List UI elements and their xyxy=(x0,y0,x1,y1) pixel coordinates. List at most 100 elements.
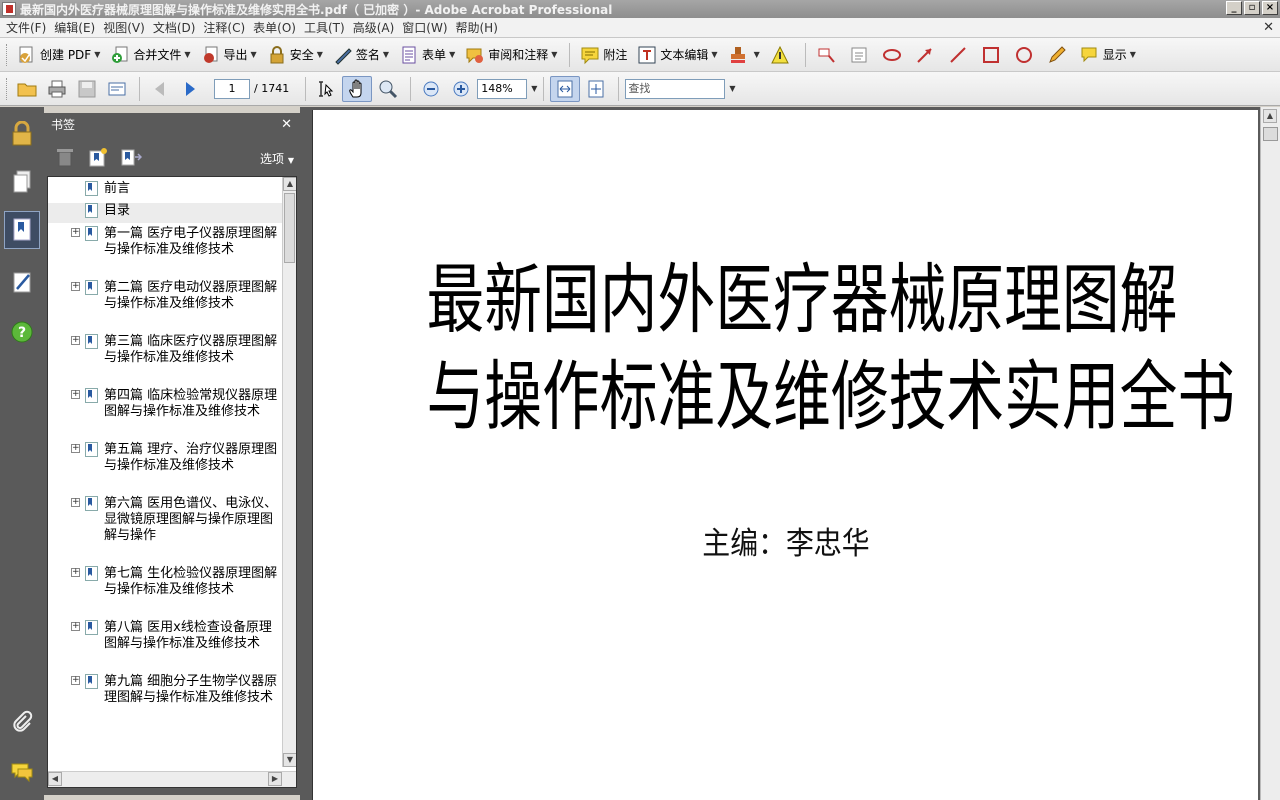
select-text-tool[interactable] xyxy=(312,76,340,102)
expand-icon[interactable]: + xyxy=(71,498,80,507)
next-page-button[interactable] xyxy=(176,76,204,102)
bookmark-vertical-scrollbar[interactable]: ▲ ▼ xyxy=(282,177,296,767)
highlight-text-button[interactable] xyxy=(766,42,797,68)
arrow-tool-button[interactable] xyxy=(911,42,942,68)
attachments-panel-button[interactable] xyxy=(4,703,40,741)
bookmark-item[interactable]: + 第八篇 医用x线检查设备原理图解与操作标准及维修技术 xyxy=(48,620,283,670)
security-settings-button[interactable] xyxy=(4,115,40,153)
menu-edit[interactable]: 编辑(E) xyxy=(52,19,101,36)
combine-files-button[interactable]: 合并文件 ▼ xyxy=(106,42,194,68)
menu-advanced[interactable]: 高级(A) xyxy=(351,19,401,36)
bookmark-item[interactable]: + 第七篇 生化检验仪器原理图解与操作标准及维修技术 xyxy=(48,566,283,616)
bookmark-item[interactable]: + 第九篇 细胞分子生物学仪器原理图解与操作标准及维修技术 xyxy=(48,674,283,740)
expand-icon[interactable]: + xyxy=(71,336,80,345)
expand-icon[interactable]: + xyxy=(71,622,80,631)
expand-icon[interactable]: + xyxy=(71,444,80,453)
text-box-button[interactable] xyxy=(845,42,876,68)
menu-document[interactable]: 文档(D) xyxy=(151,19,202,36)
new-bookmark-icon[interactable] xyxy=(88,147,108,167)
pencil-tool-button[interactable] xyxy=(1043,42,1074,68)
expand-icon[interactable]: + xyxy=(71,282,80,291)
bookmark-item[interactable]: + 第五篇 理疗、治疗仪器原理图与操作标准及维修技术 xyxy=(48,442,283,492)
note-button[interactable]: 附注 xyxy=(576,42,631,68)
email-button[interactable] xyxy=(103,76,131,102)
menu-forms[interactable]: 表单(O) xyxy=(251,19,302,36)
bookmark-item[interactable]: + 第六篇 医用色谱仪、电泳仪、显微镜原理图解与操作原理图解与操作 xyxy=(48,496,283,562)
toolbar-grip[interactable] xyxy=(6,43,9,66)
stamp-button[interactable]: ▼ xyxy=(724,42,764,68)
close-panel-icon[interactable]: ✕ xyxy=(281,113,292,137)
menu-view[interactable]: 视图(V) xyxy=(101,19,151,36)
document-vertical-scrollbar[interactable]: ▲ xyxy=(1260,107,1280,800)
find-input[interactable]: 查找 xyxy=(625,78,726,99)
expand-icon[interactable]: + xyxy=(71,228,80,237)
bookmark-item[interactable]: 前言 xyxy=(48,181,283,201)
zoom-tool[interactable] xyxy=(374,76,402,102)
create-pdf-button[interactable]: 创建 PDF ▼ xyxy=(13,42,104,68)
zoom-dropdown-icon[interactable]: ▼ xyxy=(531,84,537,93)
pages-icon xyxy=(13,170,31,193)
scroll-down-icon[interactable]: ▼ xyxy=(283,753,296,767)
bookmark-item-selected[interactable]: 目录 xyxy=(48,203,283,223)
expand-icon[interactable]: + xyxy=(71,568,80,577)
delete-bookmark-icon[interactable] xyxy=(56,147,74,167)
fit-page-button[interactable] xyxy=(582,76,610,102)
zoom-level-field[interactable]: 148% xyxy=(477,78,528,99)
menu-window[interactable]: 窗口(W) xyxy=(400,19,453,36)
oval-tool-button[interactable] xyxy=(1010,42,1041,68)
bookmark-options-menu[interactable]: 选项 ▼ xyxy=(260,150,294,167)
bookmark-item[interactable]: + 第四篇 临床检验常规仪器原理图解与操作标准及维修技术 xyxy=(48,388,283,438)
scroll-right-icon[interactable]: ▶ xyxy=(268,772,282,786)
expand-icon[interactable]: + xyxy=(71,676,80,685)
menu-help[interactable]: 帮助(H) xyxy=(454,19,504,36)
security-button[interactable]: 安全 ▼ xyxy=(263,42,327,68)
panel-splitter[interactable] xyxy=(300,107,310,800)
scroll-up-icon[interactable]: ▲ xyxy=(283,177,296,191)
save-button[interactable] xyxy=(73,76,101,102)
callout-button[interactable] xyxy=(812,42,843,68)
menu-tools[interactable]: 工具(T) xyxy=(302,19,351,36)
sign-button[interactable]: 签名 ▼ xyxy=(329,42,393,68)
scrollbar-thumb[interactable] xyxy=(1263,127,1278,141)
page-number-input[interactable]: 1 xyxy=(214,78,250,99)
menu-file[interactable]: 文件(F) xyxy=(4,19,52,36)
forms-button[interactable]: 表单 ▼ xyxy=(395,42,459,68)
print-button[interactable] xyxy=(43,76,71,102)
bookmarks-panel-button[interactable] xyxy=(4,211,40,249)
signatures-panel-button[interactable] xyxy=(4,263,40,301)
minimize-button[interactable]: _ xyxy=(1226,1,1242,15)
expand-bookmark-icon[interactable] xyxy=(120,147,142,167)
scroll-left-icon[interactable]: ◀ xyxy=(48,772,62,786)
fit-width-button[interactable] xyxy=(550,75,581,102)
find-dropdown-icon[interactable]: ▼ xyxy=(729,84,735,93)
close-window-button[interactable]: × xyxy=(1262,1,1278,15)
comments-icon xyxy=(11,763,33,783)
bookmark-item[interactable]: + 第二篇 医疗电动仪器原理图解与操作标准及维修技术 xyxy=(48,280,283,330)
zoom-in-button[interactable] xyxy=(447,76,475,102)
bookmark-horizontal-scrollbar[interactable]: ◀ ▶ xyxy=(48,771,296,787)
review-comment-button[interactable]: 审阅和注释 ▼ xyxy=(461,42,561,68)
comments-panel-button[interactable] xyxy=(4,753,40,791)
bookmark-item[interactable]: + 第三篇 临床医疗仪器原理图解与操作标准及维修技术 xyxy=(48,334,283,384)
menu-comments[interactable]: 注释(C) xyxy=(201,19,251,36)
help-icon: ? xyxy=(11,321,33,343)
toolbar-grip[interactable] xyxy=(6,77,9,100)
help-button[interactable]: ? xyxy=(4,313,40,351)
cloud-tool-button[interactable] xyxy=(878,42,909,68)
scrollbar-thumb[interactable] xyxy=(284,193,295,263)
show-comments-button[interactable]: 显示 ▼ xyxy=(1076,42,1140,68)
close-document-icon[interactable]: ✕ xyxy=(1263,20,1274,35)
line-tool-button[interactable] xyxy=(944,42,975,68)
hand-tool[interactable] xyxy=(342,75,373,102)
text-edit-button[interactable]: 文本编辑 ▼ xyxy=(633,42,721,68)
previous-page-button[interactable] xyxy=(146,76,174,102)
restore-button[interactable]: ▫ xyxy=(1244,1,1260,15)
rectangle-tool-button[interactable] xyxy=(977,42,1008,68)
bookmark-item[interactable]: + 第一篇 医疗电子仪器原理图解与操作标准及维修技术 xyxy=(48,226,283,276)
open-button[interactable] xyxy=(13,76,41,102)
scroll-up-icon[interactable]: ▲ xyxy=(1263,109,1277,123)
export-button[interactable]: 导出 ▼ xyxy=(197,42,261,68)
expand-icon[interactable]: + xyxy=(71,390,80,399)
zoom-out-button[interactable] xyxy=(417,76,445,102)
pages-panel-button[interactable] xyxy=(4,163,40,201)
